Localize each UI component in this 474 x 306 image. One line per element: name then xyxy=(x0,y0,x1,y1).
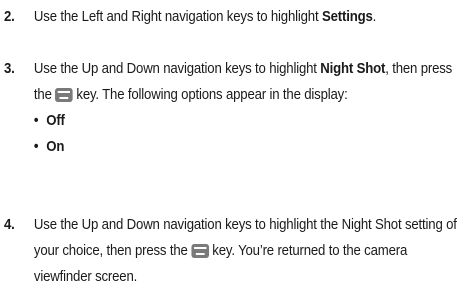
menu-ok-key-icon xyxy=(191,244,209,258)
bullet: • xyxy=(33,112,39,129)
instruction-document: 2. Use the Left and Right navigation key… xyxy=(0,0,474,306)
step-number: 2. xyxy=(4,8,15,25)
step-number: 3. xyxy=(4,60,15,77)
step-2-text: Use the Left and Right navigation keys t… xyxy=(33,8,322,25)
options-list: • Off • On xyxy=(34,108,465,160)
step-3-text-end: key. The following options appear in the… xyxy=(76,86,348,103)
option-off: Off xyxy=(46,112,65,129)
step-number: 4. xyxy=(4,216,15,233)
night-shot-term: Night Shot xyxy=(320,60,386,77)
settings-term: Settings xyxy=(321,8,373,25)
step-4: 4. Use the Up and Down navigation keys t… xyxy=(4,212,457,290)
step-2-period: . xyxy=(372,8,377,25)
step-3: 3. Use the Up and Down navigation keys t… xyxy=(4,56,452,160)
step-3-text: Use the Up and Down navigation keys to h… xyxy=(33,60,321,77)
option-on: On xyxy=(46,138,65,155)
bullet: • xyxy=(33,138,39,155)
list-item: • On xyxy=(34,134,465,160)
step-text: Use the Up and Down navigation keys to h… xyxy=(34,56,465,160)
menu-ok-key-icon xyxy=(55,88,73,102)
list-item: • Off xyxy=(34,108,465,134)
step-2: 2. Use the Left and Right navigation key… xyxy=(4,4,414,30)
step-text: Use the Up and Down navigation keys to h… xyxy=(34,212,465,290)
step-text: Use the Left and Right navigation keys t… xyxy=(34,4,465,30)
